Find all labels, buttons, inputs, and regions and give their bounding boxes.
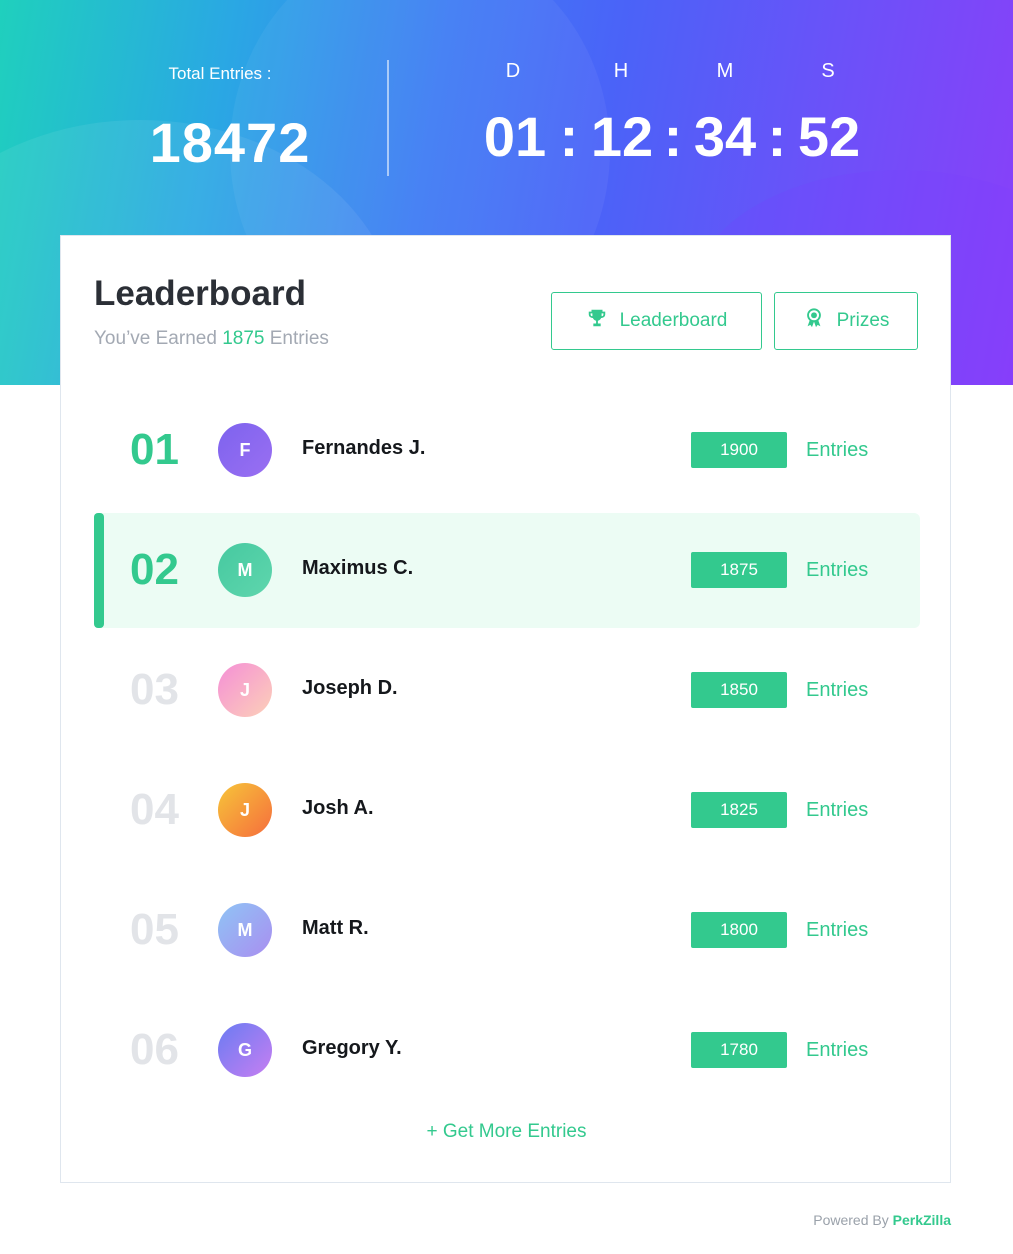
get-more-entries-link[interactable]: + Get More Entries [61, 1121, 952, 1143]
leaderboard-row: 06 G Gregory Y. 1780 Entries [94, 993, 920, 1108]
tab-prizes-label: Prizes [836, 310, 890, 331]
leaderboard-title: Leaderboard [94, 274, 306, 313]
player-name: Fernandes J. [302, 437, 426, 459]
entries-count-badge: 1875 [691, 552, 787, 588]
earned-entries-text: You’ve Earned 1875 Entries [94, 328, 329, 350]
total-entries-label: Total Entries : [168, 64, 272, 83]
earned-suffix: Entries [269, 328, 329, 349]
hero-divider [387, 60, 389, 176]
leaderboard-row: 01 F Fernandes J. 1900 Entries [94, 393, 920, 508]
current-user-indicator [94, 513, 104, 628]
avatar: J [218, 663, 272, 717]
avatar: M [218, 903, 272, 957]
entries-count-badge: 1850 [691, 672, 787, 708]
leaderboard-card: Leaderboard You’ve Earned 1875 Entries L… [60, 235, 951, 1183]
avatar: M [218, 543, 272, 597]
avatar: G [218, 1023, 272, 1077]
avatar: F [218, 423, 272, 477]
rank-number: 02 [130, 545, 179, 594]
rank-number: 05 [130, 905, 179, 954]
countdown-days-label: D [505, 60, 521, 82]
leaderboard-row-current-user: 02 M Maximus C. 1875 Entries [94, 513, 920, 628]
entries-label: Entries [806, 679, 869, 701]
tab-prizes[interactable]: Prizes [774, 292, 918, 350]
entries-label: Entries [806, 1039, 869, 1061]
countdown-minutes-label: M [716, 60, 734, 82]
entries-count-badge: 1780 [691, 1032, 787, 1068]
player-name: Matt R. [302, 917, 369, 939]
brand-link[interactable]: PerkZilla [893, 1212, 951, 1228]
leaderboard-row: 03 J Joseph D. 1850 Entries [94, 633, 920, 748]
total-entries-value: 18472 [149, 111, 311, 174]
countdown-seconds-label: S [821, 60, 835, 82]
rank-number: 03 [130, 665, 179, 714]
leaderboard-row: 04 J Josh A. 1825 Entries [94, 753, 920, 868]
tab-leaderboard[interactable]: Leaderboard [551, 292, 762, 350]
entries-label: Entries [806, 439, 869, 461]
entries-label: Entries [806, 559, 869, 581]
powered-by: Powered By PerkZilla [813, 1212, 951, 1228]
rank-number: 01 [130, 425, 179, 474]
leaderboard-row: 05 M Matt R. 1800 Entries [94, 873, 920, 988]
player-name: Josh A. [302, 797, 374, 819]
rank-number: 04 [130, 785, 179, 834]
player-name: Gregory Y. [302, 1037, 402, 1059]
player-name: Maximus C. [302, 557, 414, 579]
countdown-separator: : [559, 105, 579, 168]
entries-count-badge: 1800 [691, 912, 787, 948]
countdown-days-value: 01 [483, 105, 547, 168]
award-ribbon-icon [803, 307, 825, 335]
earned-value: 1875 [222, 328, 265, 349]
entries-label: Entries [806, 919, 869, 941]
countdown-hours-value: 12 [590, 105, 654, 168]
earned-prefix: You’ve Earned [94, 328, 217, 349]
countdown-hours-label: H [613, 60, 629, 82]
entries-label: Entries [806, 799, 869, 821]
entries-count-badge: 1825 [691, 792, 787, 828]
player-name: Joseph D. [302, 677, 398, 699]
powered-by-prefix: Powered By [813, 1212, 889, 1228]
countdown-seconds-value: 52 [797, 105, 861, 168]
trophy-icon [586, 307, 608, 335]
entries-count-badge: 1900 [691, 432, 787, 468]
tab-leaderboard-label: Leaderboard [619, 310, 728, 331]
avatar: J [218, 783, 272, 837]
countdown-minutes-value: 34 [693, 105, 757, 168]
rank-number: 06 [130, 1025, 179, 1074]
